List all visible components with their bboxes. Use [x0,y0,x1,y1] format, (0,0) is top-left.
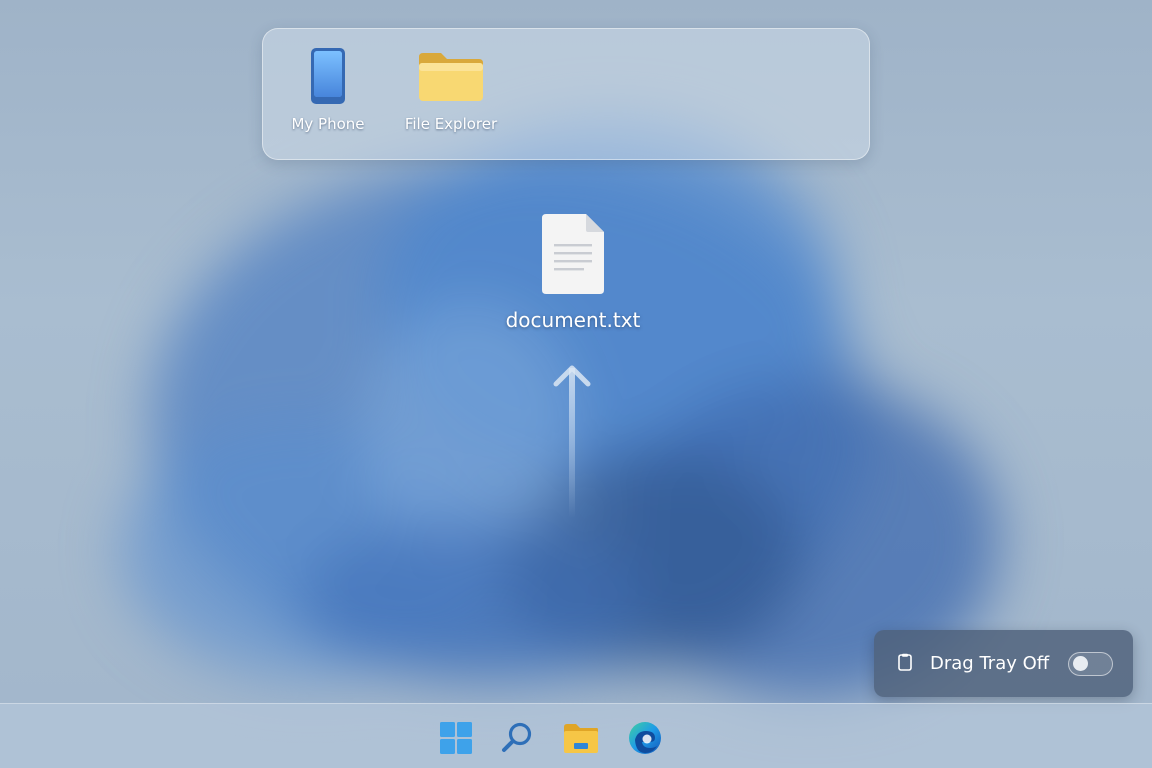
toggle-knob [1073,656,1088,671]
tray-target-label: My Phone [291,115,365,133]
drag-up-arrow-icon [553,365,591,518]
dragged-file[interactable]: document.txt [495,212,651,332]
drag-tray-toggle-panel: Drag Tray Off [874,630,1133,697]
search-button[interactable] [497,718,537,758]
file-name: document.txt [505,308,641,332]
drag-drop-tray: My Phone File Explorer [262,28,870,160]
taskbar [0,703,1152,768]
text-file-icon [540,212,606,296]
folder-icon [417,47,485,105]
file-explorer-icon [564,724,598,753]
start-button[interactable] [436,718,476,758]
desktop: My Phone File Explorer document.txt Drag… [0,0,1152,768]
windows-start-icon [440,722,472,754]
search-icon [502,722,532,752]
tray-target-my-phone[interactable]: My Phone [281,47,375,133]
tray-target-file-explorer[interactable]: File Explorer [397,47,505,133]
phone-icon [310,47,346,105]
file-explorer-taskbar-button[interactable] [561,718,601,758]
tray-target-label: File Explorer [404,115,498,133]
clipboard-icon [898,653,912,675]
edge-taskbar-button[interactable] [625,718,665,758]
drag-tray-toggle-label: Drag Tray Off [930,653,1050,674]
edge-browser-icon [629,722,661,754]
drag-tray-toggle-switch[interactable] [1068,652,1113,676]
